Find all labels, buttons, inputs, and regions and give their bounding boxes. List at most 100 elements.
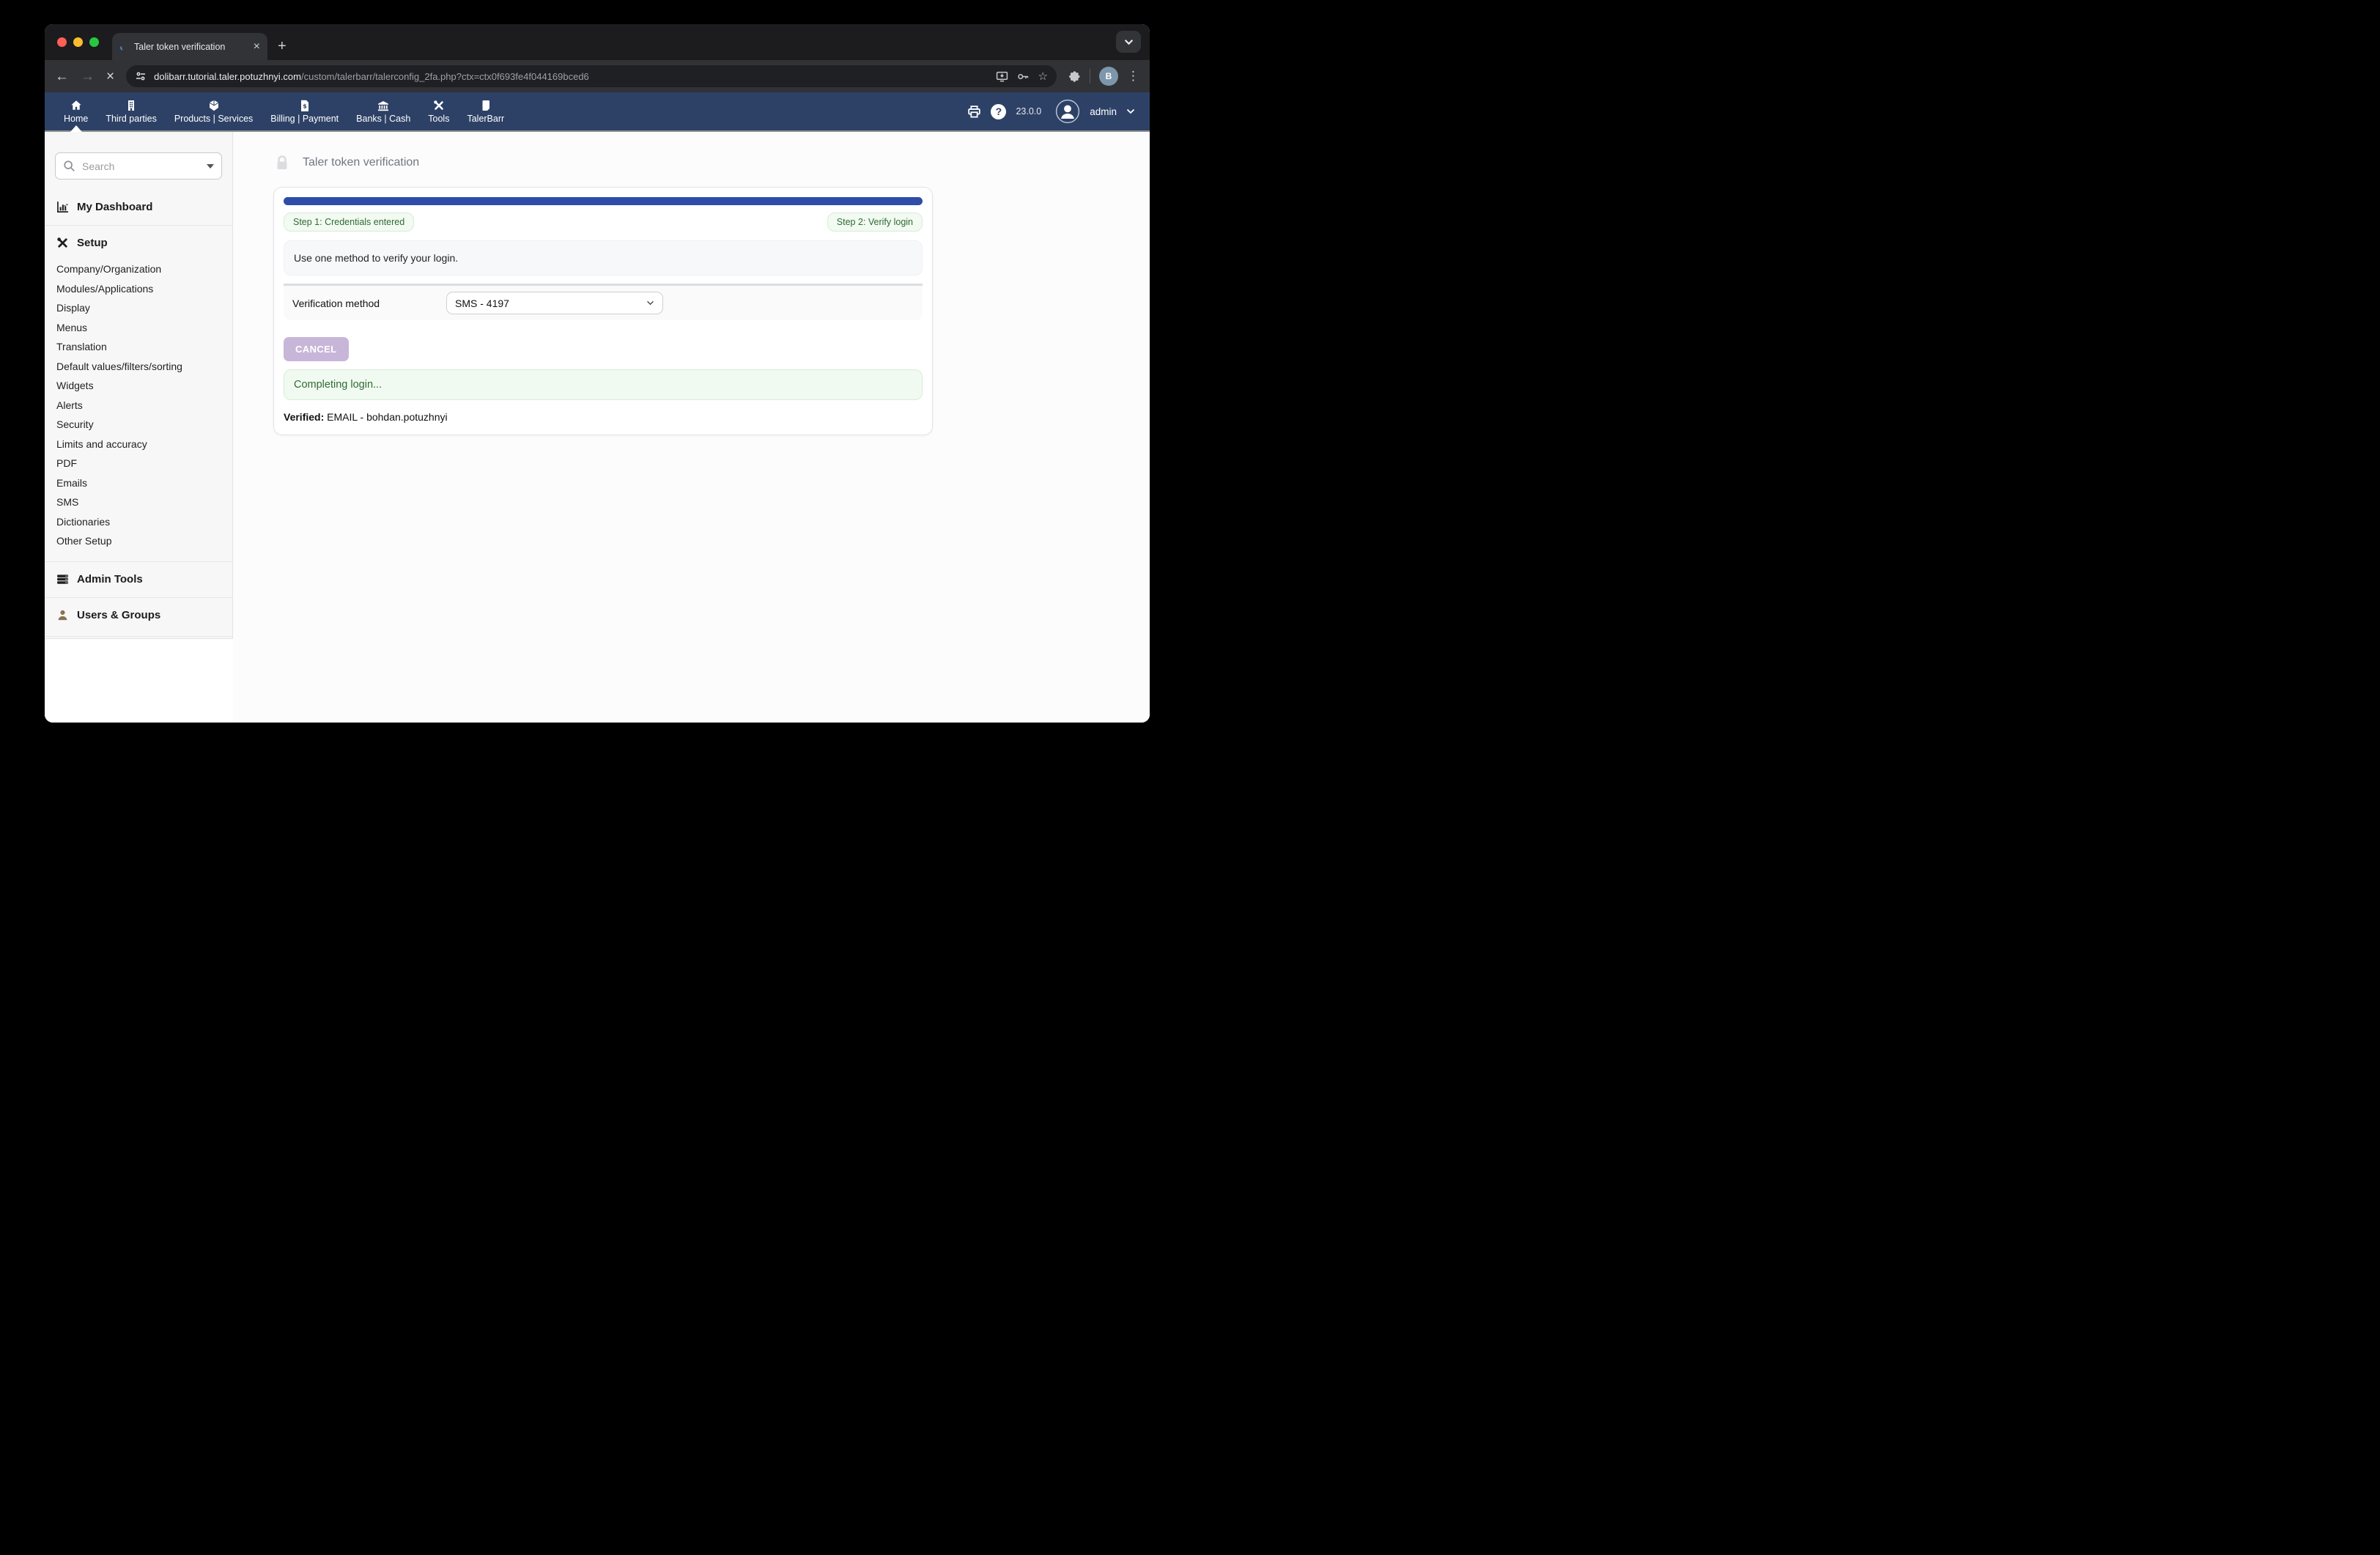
user-avatar-icon[interactable] — [1055, 99, 1080, 124]
tab-close-icon[interactable]: × — [254, 41, 260, 53]
sidebar-item-emails[interactable]: Emails — [56, 473, 232, 493]
user-name-label[interactable]: admin — [1090, 106, 1117, 117]
bar-chart-icon — [56, 201, 69, 213]
verification-method-select[interactable]: SMS - 4197 — [446, 292, 663, 314]
progress-bar — [284, 197, 923, 205]
talerbarr-icon — [480, 100, 492, 111]
bookmark-star-icon[interactable]: ☆ — [1038, 70, 1048, 83]
sidebar-item-setup[interactable]: Setup — [45, 226, 232, 256]
tab-title: Taler token verification — [134, 42, 248, 52]
sidebar-item-company-organization[interactable]: Company/Organization — [56, 259, 232, 279]
menu-billing-payment[interactable]: $ Billing | Payment — [262, 92, 347, 130]
password-key-icon[interactable] — [1017, 70, 1030, 83]
sidebar-item-translation[interactable]: Translation — [56, 337, 232, 357]
menu-products-services[interactable]: Products | Services — [166, 92, 262, 130]
main-area: Taler token verification Step 1: Credent… — [233, 132, 1150, 723]
window-controls — [57, 37, 99, 47]
toolbar-right: B ⋮ — [1068, 67, 1139, 86]
print-icon[interactable] — [967, 105, 981, 119]
tab-strip: Taler token verification × + — [45, 24, 1150, 60]
selected-method: SMS - 4197 — [455, 298, 509, 309]
svg-text:$: $ — [303, 103, 307, 109]
sidebar-item-limits-accuracy[interactable]: Limits and accuracy — [56, 435, 232, 454]
sidebar-divider — [45, 636, 232, 637]
sidebar-item-widgets[interactable]: Widgets — [56, 376, 232, 396]
menu-banks-cash[interactable]: Banks | Cash — [347, 92, 419, 130]
version-label: 23.0.0 — [1016, 106, 1041, 117]
tab-loading-favicon — [119, 43, 128, 51]
user-icon — [56, 609, 69, 621]
site-settings-icon[interactable] — [135, 70, 147, 82]
verified-label: Verified: — [284, 411, 324, 423]
sidebar-item-admin-tools[interactable]: Admin Tools — [45, 562, 232, 593]
search-icon — [63, 160, 75, 172]
search-caret-icon[interactable] — [207, 164, 214, 169]
sidebar-item-users-groups[interactable]: Users & Groups — [45, 598, 232, 629]
url-path: /custom/talerbarr/talerconfig_2fa.php?ct… — [301, 71, 589, 82]
close-window-button[interactable] — [57, 37, 67, 47]
method-row: Verification method SMS - 4197 — [284, 284, 923, 320]
setup-tools-icon — [56, 237, 69, 249]
select-chevron-icon — [646, 300, 654, 306]
package-icon — [208, 100, 220, 111]
browser-window: Taler token verification × + ← → × dolib… — [45, 24, 1150, 723]
browser-menu-icon[interactable]: ⋮ — [1127, 69, 1139, 84]
menu-talerbarr[interactable]: TalerBarr — [458, 92, 513, 130]
menu-tools[interactable]: Tools — [419, 92, 458, 130]
building-icon — [125, 100, 137, 111]
new-tab-button[interactable]: + — [278, 38, 287, 55]
step-indicators: Step 1: Credentials entered Step 2: Veri… — [284, 213, 923, 232]
sidebar-item-my-dashboard[interactable]: My Dashboard — [45, 190, 232, 221]
minimize-window-button[interactable] — [73, 37, 83, 47]
home-icon — [70, 100, 82, 111]
invoice-icon: $ — [299, 100, 311, 111]
sidebar-item-dictionaries[interactable]: Dictionaries — [56, 512, 232, 532]
sidebar-item-other-setup[interactable]: Other Setup — [56, 531, 232, 551]
menu-third-parties[interactable]: Third parties — [97, 92, 165, 130]
install-app-icon[interactable] — [996, 70, 1008, 83]
maximize-window-button[interactable] — [89, 37, 99, 47]
sidebar-item-security[interactable]: Security — [56, 415, 232, 435]
url-domain: dolibarr.tutorial.taler.potuzhnyi.com — [154, 71, 301, 82]
address-bar[interactable]: dolibarr.tutorial.taler.potuzhnyi.com/cu… — [126, 65, 1057, 87]
sidebar: My Dashboard Setup Company/Organization … — [45, 132, 233, 639]
sidebar-item-menus[interactable]: Menus — [56, 318, 232, 338]
browser-toolbar: ← → × dolibarr.tutorial.taler.potuzhnyi.… — [45, 60, 1150, 92]
lock-icon — [273, 154, 291, 171]
bank-icon — [377, 100, 389, 111]
verified-line: Verified: EMAIL - bohdan.potuzhnyi — [284, 411, 923, 423]
url-text[interactable]: dolibarr.tutorial.taler.potuzhnyi.com/cu… — [154, 71, 988, 82]
sidebar-item-modules-applications[interactable]: Modules/Applications — [56, 279, 232, 299]
app-top-menu: Home Third parties Products | Services $… — [45, 92, 1150, 132]
sidebar-item-pdf[interactable]: PDF — [56, 454, 232, 473]
page-title: Taler token verification — [273, 154, 1150, 171]
sidebar-item-default-values[interactable]: Default values/filters/sorting — [56, 357, 232, 377]
cancel-button[interactable]: CANCEL — [284, 337, 349, 361]
status-message: Completing login... — [284, 369, 923, 400]
sidebar-search[interactable] — [55, 152, 222, 180]
sidebar-item-sms[interactable]: SMS — [56, 492, 232, 512]
help-icon[interactable]: ? — [991, 104, 1006, 119]
stop-loading-button[interactable]: × — [106, 70, 114, 84]
method-label: Verification method — [292, 298, 446, 309]
info-message: Use one method to verify your login. — [284, 240, 923, 276]
sidebar-item-display[interactable]: Display — [56, 298, 232, 318]
tools-icon — [433, 100, 445, 111]
browser-profile-avatar[interactable]: B — [1099, 67, 1118, 86]
verification-card: Step 1: Credentials entered Step 2: Veri… — [273, 187, 933, 435]
browser-tab[interactable]: Taler token verification × — [112, 33, 267, 60]
step1-badge: Step 1: Credentials entered — [284, 213, 414, 232]
step2-badge: Step 2: Verify login — [827, 213, 923, 232]
back-button[interactable]: ← — [55, 70, 69, 84]
server-stack-icon — [56, 573, 69, 586]
search-input[interactable] — [82, 160, 200, 172]
menu-home[interactable]: Home — [55, 92, 97, 130]
verified-value: EMAIL - bohdan.potuzhnyi — [324, 411, 447, 423]
tab-search-button[interactable] — [1116, 31, 1141, 53]
extensions-puzzle-icon[interactable] — [1068, 70, 1081, 83]
sidebar-item-alerts[interactable]: Alerts — [56, 396, 232, 415]
navbar-right: ? 23.0.0 admin — [967, 92, 1150, 130]
page-content: My Dashboard Setup Company/Organization … — [45, 132, 1150, 723]
forward-button[interactable]: → — [81, 70, 95, 84]
user-menu-chevron-icon[interactable] — [1126, 108, 1135, 114]
